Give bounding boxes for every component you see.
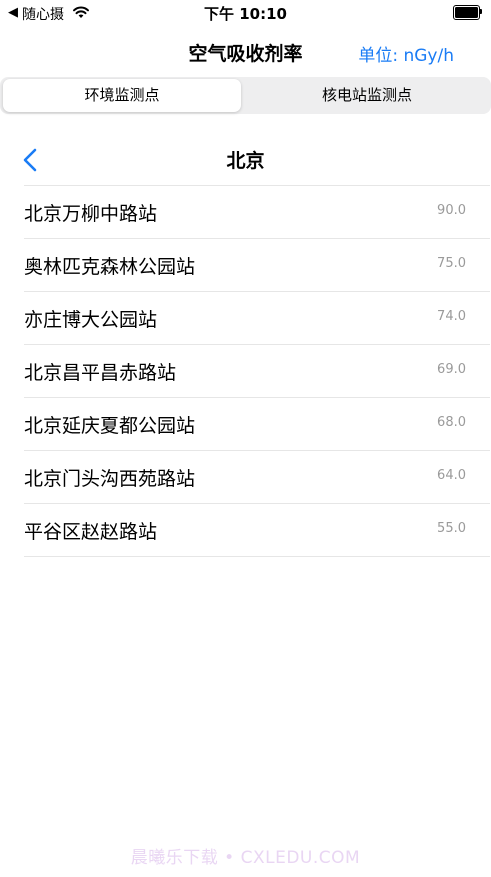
list-item[interactable]: 平谷区赵赵路站 55.0 bbox=[24, 503, 490, 557]
status-bar: ◀ 随心摄 下午 10:10 bbox=[0, 0, 491, 26]
list-item[interactable]: 北京万柳中路站 90.0 bbox=[24, 185, 490, 238]
station-name: 北京门头沟西苑路站 bbox=[24, 468, 196, 490]
station-name: 平谷区赵赵路站 bbox=[24, 521, 158, 543]
station-list: 北京万柳中路站 90.0 奥林匹克森林公园站 75.0 亦庄博大公园站 74.0… bbox=[24, 185, 490, 557]
battery-icon bbox=[453, 5, 482, 20]
station-value: 75.0 bbox=[437, 256, 466, 271]
station-value: 90.0 bbox=[437, 203, 466, 218]
watermark: 晨曦乐下载 • CXLEDU.COM bbox=[130, 848, 361, 868]
station-value: 74.0 bbox=[437, 309, 466, 324]
tab-environment-stations[interactable]: 环境监测点 bbox=[3, 79, 241, 112]
station-name: 奥林匹克森林公园站 bbox=[24, 256, 196, 278]
city-title: 北京 bbox=[226, 150, 265, 172]
monitor-type-segmented-control: 环境监测点 核电站监测点 bbox=[0, 77, 491, 114]
station-name: 亦庄博大公园站 bbox=[24, 309, 158, 331]
unit-button[interactable]: 单位: nGy/h bbox=[358, 41, 454, 66]
station-value: 69.0 bbox=[437, 362, 466, 377]
tab-nuclear-plant-stations[interactable]: 核电站监测点 bbox=[247, 79, 487, 112]
nav-bar: 空气吸收剂率 单位: nGy/h bbox=[0, 30, 491, 74]
station-name: 北京延庆夏都公园站 bbox=[24, 415, 196, 437]
list-item[interactable]: 奥林匹克森林公园站 75.0 bbox=[24, 238, 490, 291]
list-item[interactable]: 北京延庆夏都公园站 68.0 bbox=[24, 397, 490, 450]
detail-header: 北京 bbox=[0, 138, 491, 182]
station-value: 55.0 bbox=[437, 521, 466, 536]
station-value: 64.0 bbox=[437, 468, 466, 483]
list-item[interactable]: 北京门头沟西苑路站 64.0 bbox=[24, 450, 490, 503]
station-value: 68.0 bbox=[437, 415, 466, 430]
list-item[interactable]: 北京昌平昌赤路站 69.0 bbox=[24, 344, 490, 397]
status-time: 下午 10:10 bbox=[204, 5, 287, 23]
station-name: 北京万柳中路站 bbox=[24, 203, 158, 225]
list-item[interactable]: 亦庄博大公园站 74.0 bbox=[24, 291, 490, 344]
station-name: 北京昌平昌赤路站 bbox=[24, 362, 177, 384]
